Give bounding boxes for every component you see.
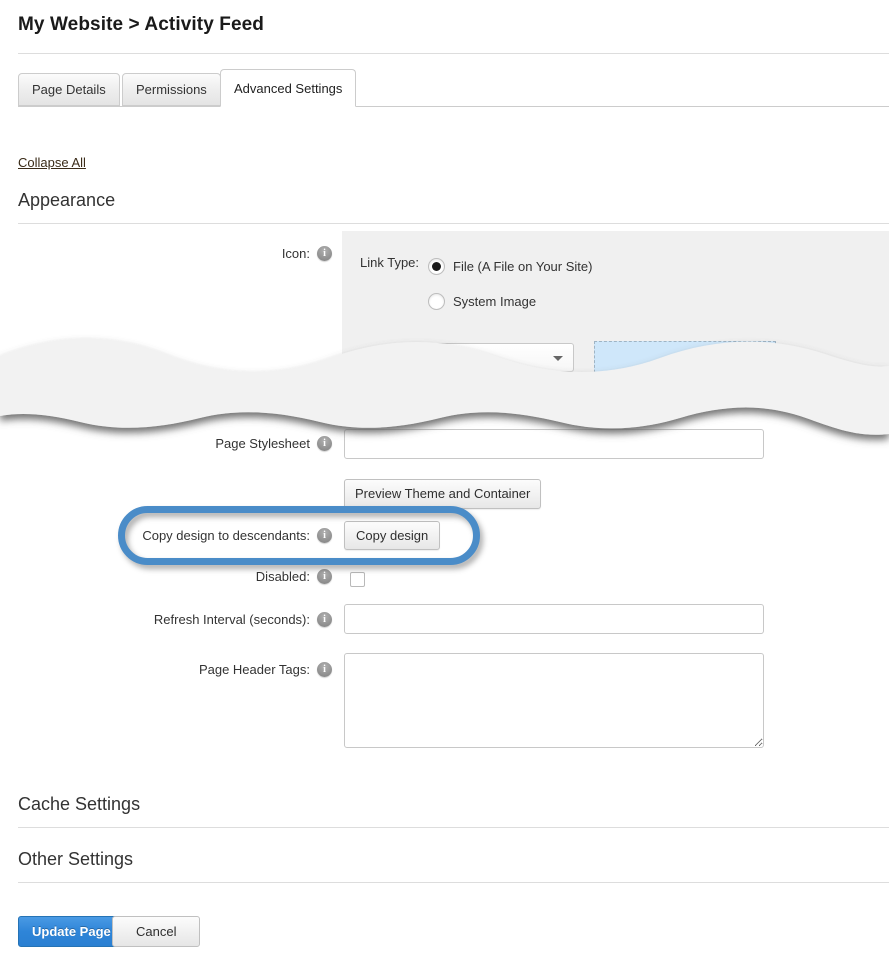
radio-system-image-label[interactable]: System Image (453, 294, 536, 309)
page-stylesheet-label: Page Stylesheet (215, 436, 310, 451)
folder-select-value: Site Root (424, 350, 477, 365)
info-icon[interactable]: i (317, 436, 332, 451)
form-row-copy-design: Copy design to descendants: i (0, 526, 889, 552)
copy-design-button[interactable]: Copy design (344, 521, 440, 550)
radio-system-image-icon[interactable] (428, 293, 445, 310)
info-icon[interactable]: i (317, 528, 332, 543)
collapse-all-link[interactable]: Collapse All (18, 155, 86, 170)
refresh-interval-input[interactable] (344, 604, 764, 634)
section-header-other-settings[interactable]: Other Settings (18, 849, 889, 883)
chevron-down-icon (553, 356, 563, 361)
section-header-cache-settings[interactable]: Cache Settings (18, 794, 889, 828)
section-header-appearance[interactable]: Appearance (18, 190, 889, 224)
disabled-label: Disabled: (256, 569, 310, 584)
folder-label: Folder: (372, 350, 412, 365)
copy-design-label: Copy design to descendants: (142, 528, 310, 543)
refresh-interval-label: Refresh Interval (seconds): (154, 612, 310, 627)
tab-advanced-settings[interactable]: Advanced Settings (220, 69, 356, 107)
tab-page-details[interactable]: Page Details (18, 73, 120, 106)
tab-bar: Page Details Permissions Advanced Settin… (18, 70, 889, 107)
tab-permissions[interactable]: Permissions (122, 73, 221, 106)
form-row-disabled: Disabled: i (0, 567, 889, 593)
tab-baseline (18, 106, 889, 107)
title-divider (18, 53, 889, 54)
cancel-button[interactable]: Cancel (112, 916, 200, 947)
info-icon[interactable]: i (317, 569, 332, 584)
page-title: My Website > Activity Feed (18, 14, 264, 36)
update-page-button[interactable]: Update Page (18, 916, 125, 947)
disabled-checkbox[interactable] (350, 572, 365, 587)
page-stylesheet-input[interactable] (344, 429, 764, 459)
radio-file-label[interactable]: File (A File on Your Site) (453, 259, 592, 274)
icon-label: Icon: (282, 246, 310, 261)
page-header-tags-label: Page Header Tags: (199, 662, 310, 677)
preview-theme-button[interactable]: Preview Theme and Container (344, 479, 541, 509)
info-icon[interactable]: i (317, 662, 332, 677)
info-icon[interactable]: i (317, 246, 332, 261)
radio-file-icon[interactable] (428, 258, 445, 275)
link-type-label: Link Type: (360, 255, 419, 270)
image-dropzone[interactable] (594, 341, 776, 387)
info-icon[interactable]: i (317, 612, 332, 627)
page-header-tags-textarea[interactable] (344, 653, 764, 748)
folder-select[interactable]: Site Root (414, 343, 574, 372)
